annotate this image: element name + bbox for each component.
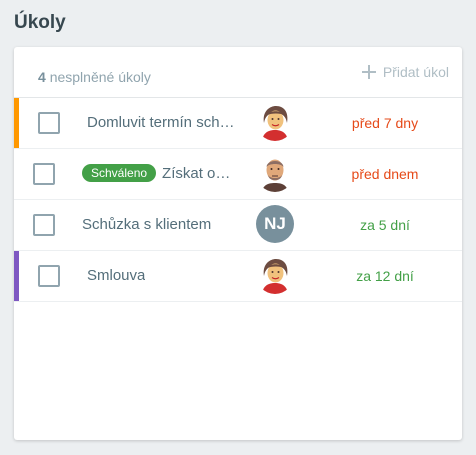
task-row[interactable]: Schůzka s klientem NJ za 5 dní [14, 200, 462, 251]
card-header: 4 nesplněné úkoly Přidat úkol [14, 47, 462, 98]
assignee-avatar[interactable] [256, 256, 294, 294]
plus-icon [361, 65, 376, 79]
due-date: před dnem [351, 166, 419, 182]
open-tasks-label: nesplněné úkoly [49, 69, 151, 85]
task-checkbox[interactable] [33, 214, 55, 236]
priority-stripe [14, 251, 19, 301]
assignee-avatar[interactable] [256, 154, 294, 192]
status-badge: Schváleno [82, 164, 157, 182]
woman-avatar-icon [256, 103, 294, 141]
woman-avatar-icon [256, 256, 294, 294]
due-date: za 12 dní [356, 268, 414, 284]
page-title: Úkoly [14, 12, 66, 33]
task-checkbox[interactable] [38, 112, 60, 134]
task-checkbox[interactable] [38, 265, 60, 287]
task-row[interactable]: Smlouva za 12 dní [14, 251, 462, 302]
task-title[interactable]: Smlouva [87, 267, 247, 284]
open-tasks-number: 4 [38, 69, 46, 85]
task-title[interactable]: Domluvit termín sch… [87, 114, 247, 131]
due-date: před 7 dny [351, 115, 419, 131]
assignee-avatar[interactable] [256, 103, 294, 141]
task-row[interactable]: Domluvit termín sch… před 7 dny [14, 98, 462, 149]
task-title[interactable]: Schváleno Získat o… [82, 164, 244, 182]
task-row[interactable]: Schváleno Získat o… před dnem [14, 149, 462, 200]
task-title[interactable]: Schůzka s klientem [82, 216, 252, 233]
assignee-avatar[interactable]: NJ [256, 205, 294, 243]
add-task-button[interactable]: Přidat úkol [361, 64, 449, 80]
open-tasks-count: 4 nesplněné úkoly [38, 69, 151, 85]
man-avatar-icon [256, 154, 294, 192]
due-date: za 5 dní [360, 217, 410, 233]
tasks-card: 4 nesplněné úkoly Přidat úkol Domluvit t… [14, 47, 462, 440]
priority-stripe [14, 98, 19, 148]
task-checkbox[interactable] [33, 163, 55, 185]
add-task-label: Přidat úkol [382, 64, 449, 80]
